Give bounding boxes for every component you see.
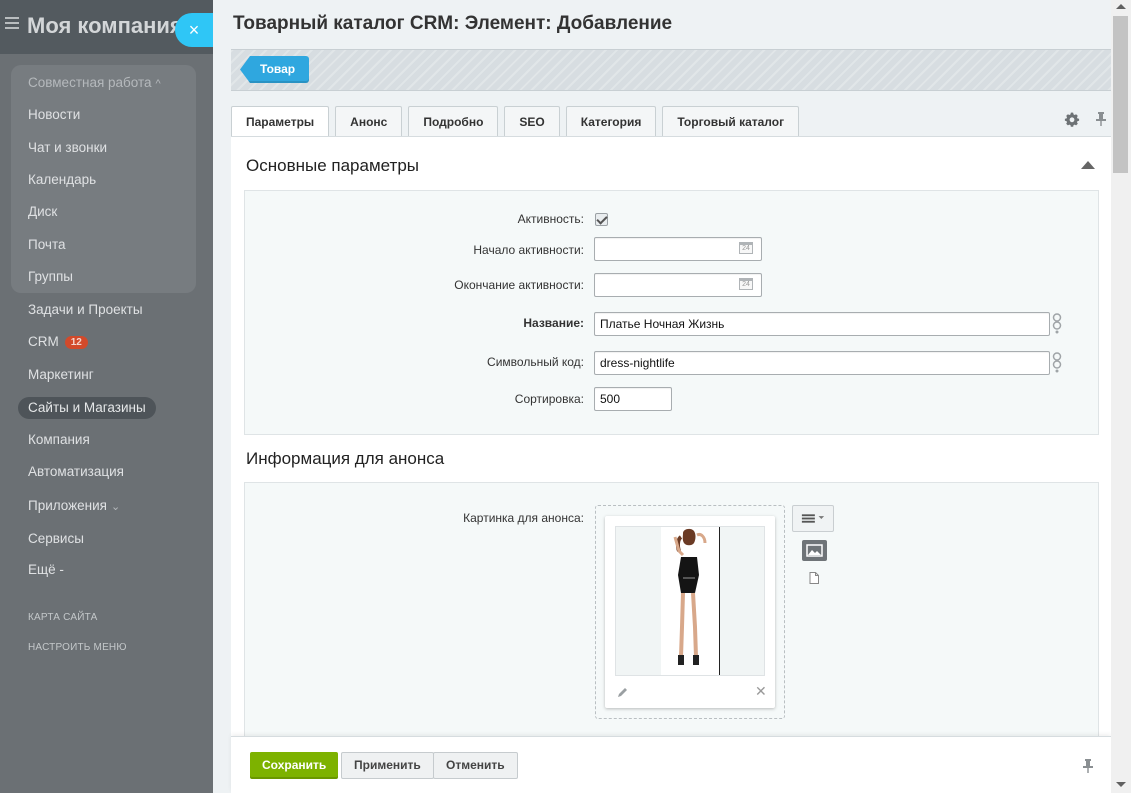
sidebar-item-services[interactable]: Сервисы: [28, 531, 84, 546]
menu-burger-icon[interactable]: [5, 17, 19, 29]
link-chain-icon[interactable]: [1052, 352, 1062, 374]
company-name[interactable]: Моя компания: [27, 13, 183, 39]
sort-label: Сортировка:: [514, 392, 584, 406]
tab-bar: Параметры Анонс Подробно SEO Категория Т…: [231, 106, 805, 138]
collapse-arrow-icon[interactable]: [1081, 161, 1095, 169]
sidebar-group-title-label: Совместная работа: [28, 75, 152, 90]
chevron-down-icon: ⌄: [110, 501, 121, 513]
calendar-icon[interactable]: 24: [739, 242, 753, 254]
toolbar-pattern: [231, 50, 1111, 90]
active-checkbox[interactable]: [595, 213, 608, 226]
name-input[interactable]: Платье Ночная Жизнь: [594, 312, 1050, 336]
start-date-input[interactable]: [594, 237, 762, 261]
sidebar-item-marketing[interactable]: Маркетинг: [28, 367, 94, 382]
tab-announce[interactable]: Анонс: [335, 106, 403, 137]
scroll-down-arrow-icon[interactable]: [1116, 782, 1126, 787]
save-button[interactable]: Сохранить: [250, 752, 339, 779]
remove-icon[interactable]: ✕: [755, 684, 767, 698]
sidebar-item-more[interactable]: Ещё -: [28, 562, 64, 577]
link-chain-icon[interactable]: [1052, 313, 1062, 335]
slider-panel: Товарный каталог CRM: Элемент: Добавлени…: [213, 0, 1131, 793]
announce-image-label: Картинка для анонса:: [463, 511, 584, 525]
close-icon[interactable]: ×: [175, 13, 213, 47]
end-date-label: Окончание активности:: [454, 278, 584, 292]
form-card: Основные параметры Активность: Начало ак…: [231, 136, 1111, 742]
sidebar-item-automation[interactable]: Автоматизация: [28, 464, 124, 479]
gear-icon[interactable]: [1064, 111, 1080, 127]
section-title-announce: Информация для анонса: [246, 449, 445, 468]
code-input[interactable]: dress-nightlife: [594, 351, 1050, 375]
image-preview-card: ✕: [605, 516, 775, 708]
scrollbar-thumb[interactable]: [1113, 16, 1128, 173]
chevron-up-icon: ^: [155, 78, 161, 90]
apply-button[interactable]: Применить: [341, 752, 434, 779]
sidebar-group-title[interactable]: Совместная работа ^: [28, 75, 161, 90]
name-label: Название:: [523, 316, 584, 330]
image-icon[interactable]: [802, 540, 827, 561]
sidebar-item-sites[interactable]: Сайты и Магазины: [18, 397, 156, 419]
toolbar: Товар: [231, 49, 1111, 91]
product-photo[interactable]: [661, 527, 719, 675]
configure-menu-link[interactable]: НАСТРОИТЬ МЕНЮ: [28, 642, 127, 653]
tab-parameters[interactable]: Параметры: [231, 106, 330, 138]
sidebar-item-apps[interactable]: Приложения ⌄: [28, 498, 120, 513]
pin-icon[interactable]: [1094, 111, 1108, 127]
main-params-box: Активность: Начало активности: 24 Оконча…: [244, 190, 1099, 435]
code-label: Символьный код:: [487, 355, 584, 369]
sidebar-item-crm[interactable]: CRM 12: [28, 334, 88, 349]
tab-trade-catalog[interactable]: Торговый каталог: [662, 106, 800, 137]
sidebar-item-apps-label: Приложения: [28, 498, 107, 513]
image-dropzone[interactable]: ✕: [595, 505, 785, 719]
sidebar-item-tasks[interactable]: Задачи и Проекты: [28, 302, 143, 317]
section-title-main: Основные параметры: [246, 156, 419, 175]
crm-counter-badge: 12: [64, 336, 88, 349]
sidebar-item-mail[interactable]: Почта: [28, 237, 66, 252]
pin-icon[interactable]: [1081, 758, 1095, 774]
sidebar-item-company[interactable]: Компания: [28, 432, 90, 447]
cancel-button[interactable]: Отменить: [433, 752, 518, 779]
tab-seo[interactable]: SEO: [504, 106, 560, 137]
sitemap-link[interactable]: КАРТА САЙТА: [28, 612, 97, 623]
sidebar: Моя компания × Совместная работа ^ Новост…: [0, 0, 213, 793]
sidebar-item-chat[interactable]: Чат и звонки: [28, 140, 107, 155]
page-title: Товарный каталог CRM: Элемент: Добавлени…: [233, 13, 673, 34]
tab-details[interactable]: Подробно: [408, 106, 499, 137]
sort-input[interactable]: 500: [594, 387, 672, 411]
sidebar-item-calendar[interactable]: Календарь: [28, 172, 96, 187]
vertical-scrollbar[interactable]: [1111, 0, 1131, 793]
sidebar-item-disk[interactable]: Диск: [28, 204, 57, 219]
pencil-icon[interactable]: [617, 686, 629, 698]
announce-box: Картинка для анонса: ✕: [244, 482, 1099, 742]
active-label: Активность:: [517, 212, 584, 226]
file-icon[interactable]: [809, 572, 819, 584]
tab-category[interactable]: Категория: [565, 106, 657, 137]
product-back-button[interactable]: Товар: [240, 56, 310, 83]
calendar-icon[interactable]: 24: [739, 278, 753, 290]
sidebar-item-groups[interactable]: Группы: [28, 269, 73, 284]
end-date-input[interactable]: [594, 273, 762, 297]
image-frame: [615, 526, 765, 676]
sidebar-item-news[interactable]: Новости: [28, 107, 80, 122]
scroll-up-arrow-icon[interactable]: [1116, 4, 1126, 9]
action-bar: Сохранить Применить Отменить: [231, 736, 1111, 793]
image-menu-button[interactable]: [792, 505, 834, 532]
sidebar-item-crm-label: CRM: [28, 334, 59, 349]
image-divider-line: [719, 527, 720, 675]
start-date-label: Начало активности:: [473, 243, 584, 257]
